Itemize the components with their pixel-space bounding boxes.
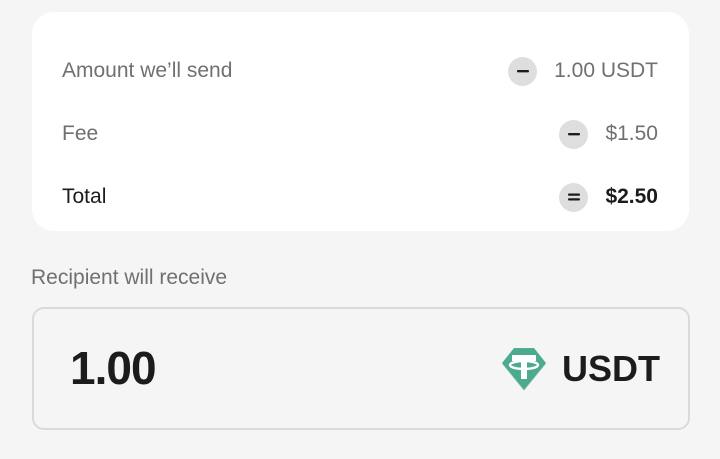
tether-icon [500, 345, 548, 393]
amount-row: Amount we’ll send 1.00 USDT [62, 51, 658, 91]
recipient-amount-field[interactable]: 1.00 USDT [32, 307, 690, 430]
currency-code: USDT [562, 348, 660, 389]
recipient-amount: 1.00 [70, 342, 157, 394]
fee-value: $1.50 [605, 122, 658, 145]
currency-display: USDT [500, 345, 660, 393]
minus-icon [559, 119, 589, 149]
total-label: Total [62, 185, 107, 208]
amount-value: 1.00 USDT [554, 59, 658, 82]
amount-label: Amount we’ll send [62, 59, 233, 82]
minus-icon [508, 56, 538, 86]
total-value-group: $2.50 [559, 182, 658, 212]
amount-value-group: 1.00 USDT [508, 56, 658, 86]
fee-row: Fee $1.50 [62, 114, 658, 154]
fee-label: Fee [62, 122, 99, 145]
fee-summary-card: Amount we’ll send 1.00 USDT Fee $1.50 To… [32, 12, 689, 231]
equals-icon [559, 182, 589, 212]
total-value: $2.50 [605, 185, 658, 208]
recipient-label: Recipient will receive [31, 266, 228, 289]
total-row: Total $2.50 [62, 177, 658, 217]
fee-value-group: $1.50 [559, 119, 658, 149]
